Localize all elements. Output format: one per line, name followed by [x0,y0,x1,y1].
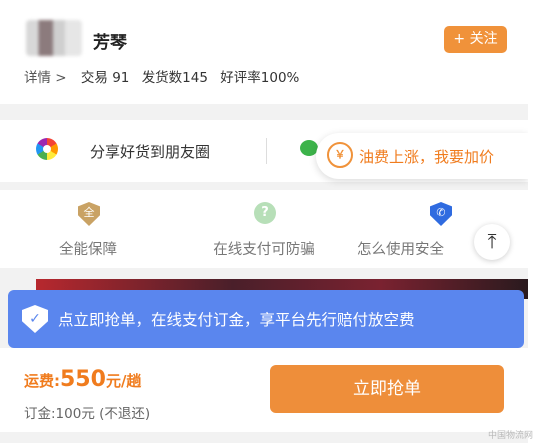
yuan-icon: ￥ [327,142,353,168]
follow-button[interactable]: + 关注 [444,26,507,53]
freight-amount: 550 [60,367,106,392]
seller-name: 芳琴 [93,33,127,53]
deposit-info: 订金:100元 (不退还) [24,406,151,422]
guarantee-label: 在线支付可防骗 [213,242,315,258]
order-detail-screen: 芳琴 + 关注 详情 > 交易 91 发货数145 好评率100% 分享好货到朋… [0,0,528,443]
stat-trades: 交易 91 [80,70,130,86]
grab-order-button[interactable]: 立即抢单 [270,365,504,413]
raise-price-button[interactable]: ￥ 油费上涨，我要加价 [316,133,528,179]
moments-icon[interactable] [36,138,58,160]
blue-phone-shield-icon: ✆ [430,202,452,226]
share-to-moments-link[interactable]: 分享好货到朋友圈 [90,141,210,162]
guarantee-row: 全 全能保障 ? 在线支付可防骗 ✆ 怎么使用安全 [0,190,528,268]
seller-stats: 详情 > 交易 91 发货数145 好评率100% [24,66,307,86]
stat-rating: 好评率100% [220,70,300,86]
guarantee-online-payment[interactable]: ? 在线支付可防骗 [176,190,352,268]
bottom-action-bar: 运费:550元/趟 订金:100元 (不退还) 立即抢单 [0,348,528,432]
gold-shield-icon: 全 [78,202,100,226]
guarantee-label: 全能保障 [59,242,117,258]
stat-shipments: 发货数145 [141,70,208,86]
back-to-top-button[interactable]: ⤒ [474,224,510,260]
freight-unit: 元/趟 [105,372,142,390]
check-shield-icon: ✓ [22,305,48,333]
guarantee-full-protection[interactable]: 全 全能保障 [0,190,176,268]
seller-avatar[interactable] [26,20,82,56]
freight-price: 运费:550元/趟 [24,367,141,392]
raise-price-label: 油费上涨，我要加价 [359,148,495,166]
seller-header: 芳琴 + 关注 详情 > 交易 91 发货数145 好评率100% [0,0,528,104]
divider [266,138,267,164]
freight-label: 运费: [24,372,60,390]
banner-text: 点立即抢单，在线支付订金，享平台先行赔付放空费 [58,311,415,329]
watermark: 中国物流网 [488,431,534,441]
detail-link[interactable]: 详情 > [24,70,67,86]
promo-banner: ✓ 点立即抢单，在线支付订金，享平台先行赔付放空费 [8,290,524,348]
green-question-icon: ? [254,202,276,224]
